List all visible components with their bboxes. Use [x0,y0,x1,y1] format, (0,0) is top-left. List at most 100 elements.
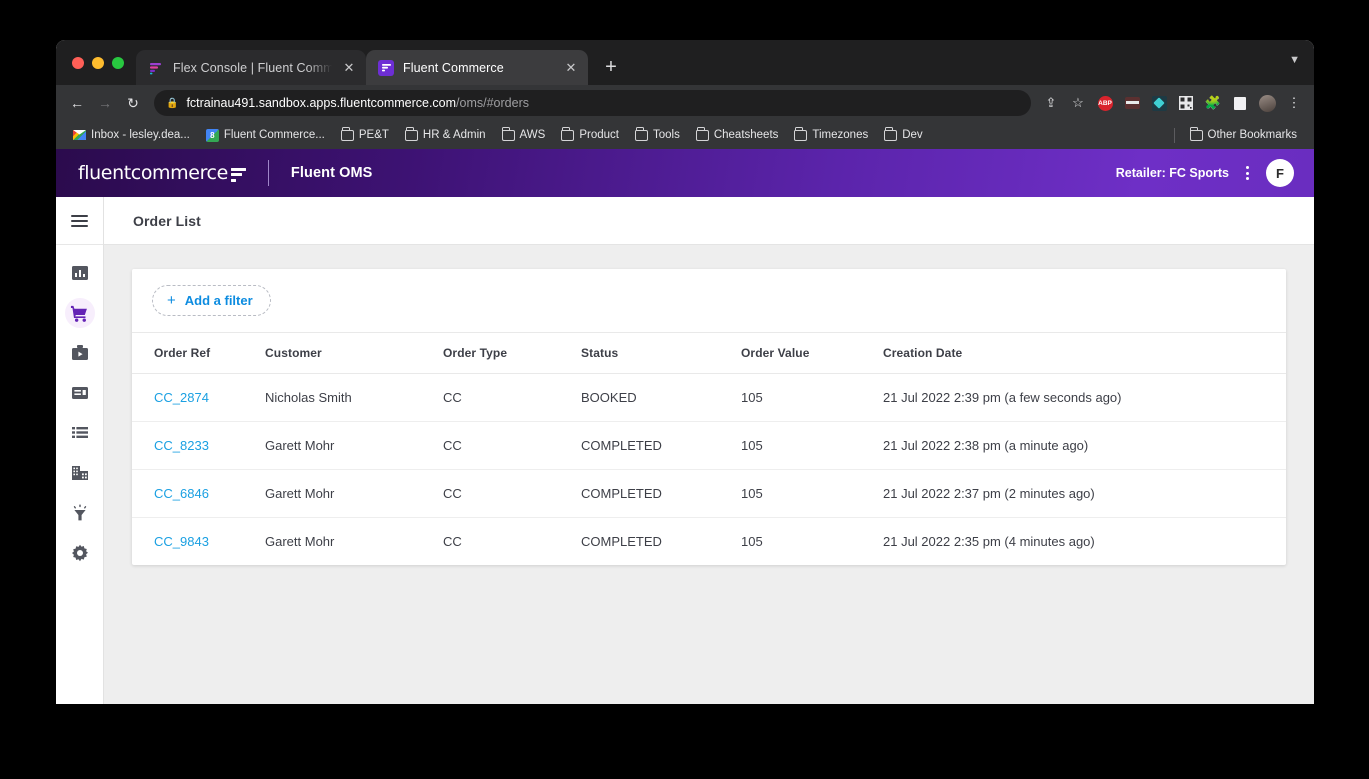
column-header-creation-date[interactable]: Creation Date [883,332,1286,374]
close-tab-button[interactable]: ✕ [563,61,579,74]
bar-chart-icon [65,258,95,288]
folder-icon [634,127,648,141]
header-right-actions: Retailer: FC Sports F [1116,159,1294,187]
order-ref-link[interactable]: CC_2874 [154,390,209,405]
sidebar-menu-toggle[interactable] [56,197,103,245]
bookmark-item[interactable]: Inbox - lesley.dea... [66,126,197,144]
column-header-order-type[interactable]: Order Type [443,332,581,374]
extensions-puzzle-icon[interactable]: 🧩 [1201,91,1225,115]
cell-status: COMPLETED [581,421,741,470]
browser-tab-flex-console[interactable]: Flex Console | Fluent Commerce ✕ [136,50,366,85]
qr-code-icon[interactable] [1174,91,1198,115]
share-icon[interactable]: ⇪ [1039,91,1063,115]
new-tab-button[interactable]: + [594,50,628,85]
cell-order-value: 105 [741,373,883,422]
minimize-window-button[interactable] [92,56,104,69]
window-traffic-lights [66,40,136,85]
bookmark-folder-aws[interactable]: AWS [495,126,553,144]
bookmark-folder-product[interactable]: Product [554,126,626,144]
sidebar-item-dashboard[interactable] [56,253,103,293]
bookmark-label: Inbox - lesley.dea... [91,129,190,141]
bookmark-folder-timezones[interactable]: Timezones [787,126,875,144]
order-ref-link[interactable]: CC_6846 [154,486,209,501]
back-button[interactable]: ← [64,90,90,116]
table-row[interactable]: CC_9843 Garett Mohr CC COMPLETED 105 21 … [132,518,1286,566]
sidebar-item-settings[interactable] [56,533,103,573]
fluent-commerce-logo[interactable]: fluentcommerce [76,162,246,184]
sidebar-item-catalogue[interactable] [56,413,103,453]
other-bookmarks-button[interactable]: Other Bookmarks [1183,126,1304,144]
bookmark-label: Fluent Commerce... [223,129,325,141]
cell-order-type: CC [443,421,581,470]
cell-order-value: 105 [741,469,883,518]
url-host: fctrainau491.sandbox.apps.fluentcommerce… [186,96,457,110]
reading-list-icon[interactable] [1228,91,1252,115]
table-row[interactable]: CC_2874 Nicholas Smith CC BOOKED 105 21 … [132,373,1286,422]
browser-tab-fluent-commerce[interactable]: Fluent Commerce ✕ [366,50,588,85]
url-text: fctrainau491.sandbox.apps.fluentcommerce… [186,96,529,110]
profile-avatar-icon[interactable] [1255,91,1279,115]
bookmark-label: PE&T [358,129,389,141]
other-bookmarks-container: Other Bookmarks [1166,126,1304,144]
sidebar-item-insights[interactable] [56,493,103,533]
cell-order-ref: CC_2874 [132,373,265,422]
cell-order-type: CC [443,534,462,549]
close-window-button[interactable] [72,56,84,69]
table-row[interactable]: CC_8233 Garett Mohr CC COMPLETED 105 21 … [132,421,1286,470]
sidebar-item-orders[interactable] [56,293,103,333]
flex-console-icon [148,60,164,76]
bookmark-folder-hr-admin[interactable]: HR & Admin [398,126,493,144]
order-ref-link[interactable]: CC_8233 [154,438,209,453]
adblock-plus-icon[interactable]: ABP [1093,91,1117,115]
forward-button[interactable]: → [92,90,118,116]
plus-icon: + [167,292,176,309]
cell-order-value: 105 [741,421,883,470]
add-filter-button[interactable]: + Add a filter [152,285,271,316]
browser-toolbar: ← → ↻ 🔒 fctrainau491.sandbox.apps.fluent… [56,85,1314,121]
cell-order-type: CC [443,373,581,422]
tab-strip: Flex Console | Fluent Commerce ✕ Fluent … [56,40,1314,85]
table-row[interactable]: CC_6846 Garett Mohr CC COMPLETED 105 21 … [132,469,1286,518]
bookmark-folder-tools[interactable]: Tools [628,126,687,144]
cell-creation-date: 21 Jul 2022 2:39 pm (a few seconds ago) [883,373,1286,422]
cell-creation-date: 21 Jul 2022 2:35 pm (4 minutes ago) [883,534,1095,549]
extension-teal-icon[interactable] [1147,91,1171,115]
bookmark-item[interactable]: 8 Fluent Commerce... [199,126,332,145]
folder-icon [1189,127,1203,141]
table-head: Order Ref Customer Order Type Status Ord… [132,332,1286,374]
sidebar-item-inventory[interactable] [56,373,103,413]
folder-icon [794,127,808,141]
reload-button[interactable]: ↻ [120,90,146,116]
sidebar-items [56,245,103,573]
bookmark-folder-dev[interactable]: Dev [877,126,929,144]
chrome-menu-icon[interactable]: ⋮ [1282,91,1306,115]
bookmark-folder-pet[interactable]: PE&T [334,126,396,144]
kebab-menu-icon[interactable] [1243,162,1252,184]
column-header-order-ref[interactable]: Order Ref [132,332,265,374]
maximize-window-button[interactable] [112,56,124,69]
tab-search-chevron-down-icon[interactable]: ▼ [1289,54,1300,66]
address-bar[interactable]: 🔒 fctrainau491.sandbox.apps.fluentcommer… [154,90,1031,116]
order-ref-link[interactable]: CC_9843 [154,534,209,549]
card-panel-icon [65,378,95,408]
logo-text: fluentcommerce [78,162,228,184]
column-header-customer[interactable]: Customer [265,332,443,374]
order-list-card: + Add a filter Order Ref Customer Order … [132,269,1286,565]
folder-icon [561,127,575,141]
column-header-status[interactable]: Status [581,332,741,374]
bookmark-folder-cheatsheets[interactable]: Cheatsheets [689,126,786,144]
sidebar-item-locations[interactable] [56,453,103,493]
column-header-order-value[interactable]: Order Value [741,332,883,374]
sidebar-item-fulfilments[interactable] [56,333,103,373]
folder-icon [501,127,515,141]
close-tab-button[interactable]: ✕ [341,61,357,74]
avatar[interactable]: F [1266,159,1294,187]
app-header: fluentcommerce Fluent OMS Retailer: FC S… [56,149,1314,197]
bookmark-star-icon[interactable]: ☆ [1066,91,1090,115]
header-divider [267,160,269,186]
bookmarks-divider [1173,127,1175,143]
cell-creation-date: 21 Jul 2022 2:38 pm (a minute ago) [883,421,1286,470]
extension-van-icon[interactable] [1120,91,1144,115]
cell-customer: Garett Mohr [265,421,443,470]
page-title: Order List [133,212,201,229]
